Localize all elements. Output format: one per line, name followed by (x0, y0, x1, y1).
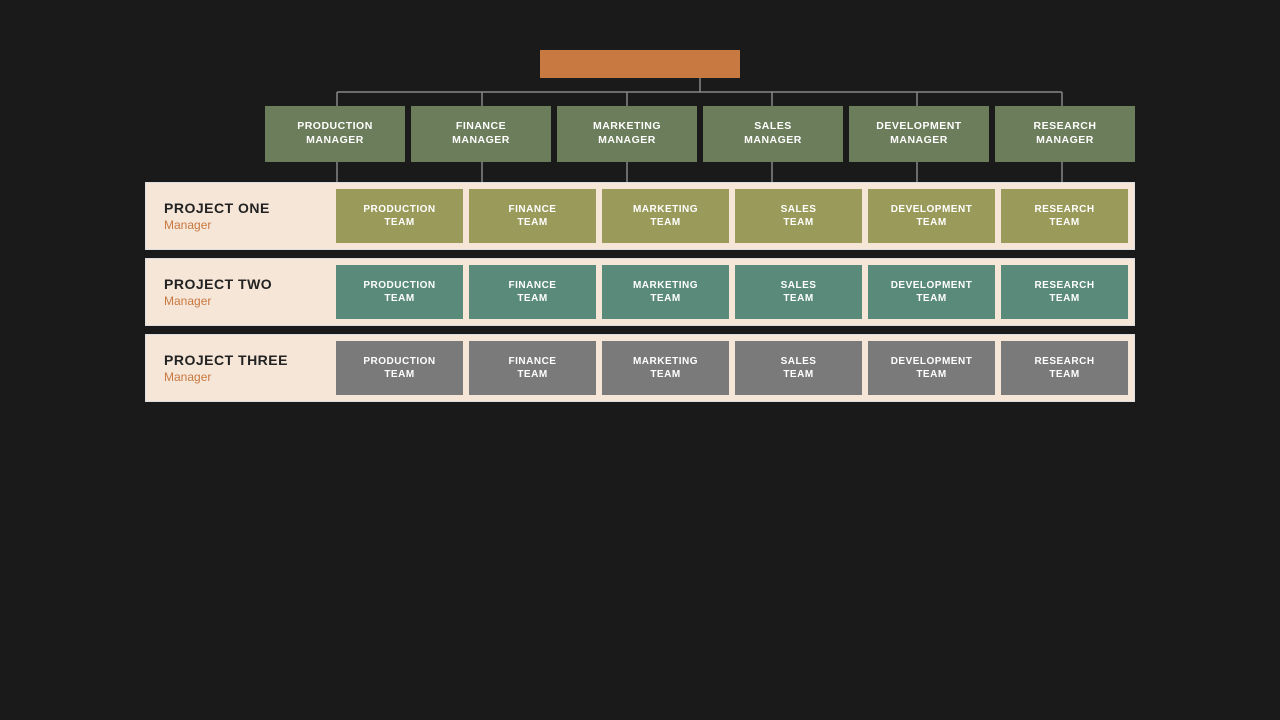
team-box-0-1: FINANCE TEAM (469, 189, 596, 243)
mid-connector-area (265, 162, 1135, 182)
team-box-0-0: PRODUCTION TEAM (336, 189, 463, 243)
chart-area: PRODUCTION MANAGERFINANCE MANAGERMARKETI… (36, 50, 1244, 700)
team-box-2-4: DEVELOPMENT TEAM (868, 341, 995, 395)
project-manager-label-0: Manager (164, 218, 318, 232)
team-box-0-3: SALES TEAM (735, 189, 862, 243)
team-box-1-2: MARKETING TEAM (602, 265, 729, 319)
team-box-1-1: FINANCE TEAM (469, 265, 596, 319)
manager-box-4: DEVELOPMENT MANAGER (849, 106, 989, 162)
managers-row: PRODUCTION MANAGERFINANCE MANAGERMARKETI… (265, 106, 1135, 162)
team-box-2-5: RESEARCH TEAM (1001, 341, 1128, 395)
manager-box-5: RESEARCH MANAGER (995, 106, 1135, 162)
manager-box-3: SALES MANAGER (703, 106, 843, 162)
project-label-1: PROJECT TWO Manager (146, 259, 336, 325)
team-box-1-0: PRODUCTION TEAM (336, 265, 463, 319)
gm-box (540, 50, 740, 78)
team-box-0-2: MARKETING TEAM (602, 189, 729, 243)
project-manager-label-1: Manager (164, 294, 318, 308)
manager-box-2: MARKETING MANAGER (557, 106, 697, 162)
team-box-0-4: DEVELOPMENT TEAM (868, 189, 995, 243)
team-cells-2: PRODUCTION TEAMFINANCE TEAMMARKETING TEA… (336, 335, 1134, 401)
project-manager-label-2: Manager (164, 370, 318, 384)
project-row-1: PROJECT TWO Manager PRODUCTION TEAMFINANCE… (145, 258, 1135, 326)
team-box-2-2: MARKETING TEAM (602, 341, 729, 395)
page: PRODUCTION MANAGERFINANCE MANAGERMARKETI… (0, 0, 1280, 720)
team-box-2-3: SALES TEAM (735, 341, 862, 395)
project-label-0: PROJECT ONE Manager (146, 183, 336, 249)
top-connector-area (265, 78, 1135, 106)
team-box-2-0: PRODUCTION TEAM (336, 341, 463, 395)
project-name-2: PROJECT THREE (164, 352, 318, 368)
project-row-2: PROJECT THREE Manager PRODUCTION TEAMFINAN… (145, 334, 1135, 402)
team-box-1-5: RESEARCH TEAM (1001, 265, 1128, 319)
team-box-2-1: FINANCE TEAM (469, 341, 596, 395)
team-box-0-5: RESEARCH TEAM (1001, 189, 1128, 243)
team-box-1-4: DEVELOPMENT TEAM (868, 265, 995, 319)
manager-box-0: PRODUCTION MANAGER (265, 106, 405, 162)
manager-box-1: FINANCE MANAGER (411, 106, 551, 162)
team-box-1-3: SALES TEAM (735, 265, 862, 319)
project-name-0: PROJECT ONE (164, 200, 318, 216)
team-cells-0: PRODUCTION TEAMFINANCE TEAMMARKETING TEA… (336, 183, 1134, 249)
team-cells-1: PRODUCTION TEAMFINANCE TEAMMARKETING TEA… (336, 259, 1134, 325)
project-label-2: PROJECT THREE Manager (146, 335, 336, 401)
project-name-1: PROJECT TWO (164, 276, 318, 292)
project-row-0: PROJECT ONE Manager PRODUCTION TEAMFINANCE… (145, 182, 1135, 250)
projects-area: PROJECT ONEManagerPRODUCTION TEAMFINANCE… (145, 182, 1135, 402)
